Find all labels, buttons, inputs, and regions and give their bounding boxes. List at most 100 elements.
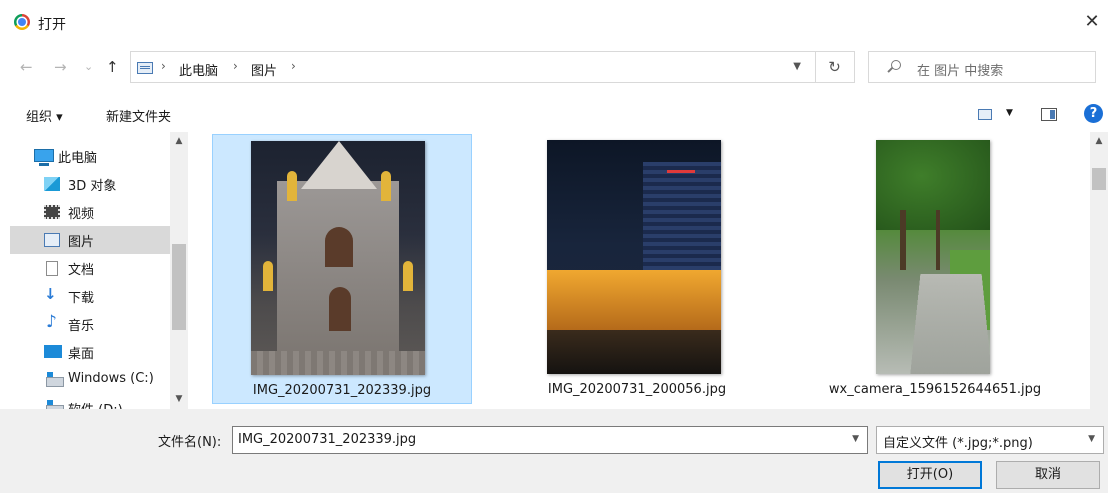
- download-icon: ↓: [44, 285, 57, 303]
- sidebar-item-this-pc[interactable]: 此电脑: [10, 142, 170, 170]
- file-list-scrollbar[interactable]: ▲: [1090, 132, 1108, 409]
- command-bar: 组织 ▾ 新建文件夹 ▼ ?: [0, 92, 1108, 132]
- sidebar-item-label: 图片: [68, 235, 95, 250]
- file-name: IMG_20200731_202339.jpg: [252, 383, 432, 398]
- filetype-select[interactable]: 自定义文件 (*.jpg;*.png) ▼: [876, 426, 1104, 454]
- filename-field[interactable]: IMG_20200731_202339.jpg ▼: [232, 426, 868, 454]
- cancel-button[interactable]: 取消: [996, 461, 1100, 489]
- church-window: [325, 227, 353, 267]
- scroll-up-icon[interactable]: ▲: [170, 136, 188, 146]
- plaza-floor: [251, 351, 425, 375]
- tree-trunk: [936, 210, 940, 270]
- lit-window: [381, 171, 391, 201]
- music-icon: ♪: [46, 312, 57, 332]
- open-button[interactable]: 打开(O): [878, 461, 982, 489]
- documents-icon: [46, 261, 58, 276]
- address-bar[interactable]: › 此电脑 › 图片 › ▼: [130, 51, 816, 83]
- chevron-right-icon[interactable]: ›: [233, 59, 238, 73]
- sidebar-scrollbar[interactable]: ▲ ▼: [170, 132, 188, 409]
- sidebar-item-pictures[interactable]: 图片: [10, 226, 170, 254]
- dialog-footer: 文件名(N): IMG_20200731_202339.jpg ▼ 自定义文件 …: [0, 409, 1108, 493]
- sidebar-item-label: 此电脑: [58, 151, 98, 166]
- sidebar-item-label: 软件 (D:): [68, 399, 123, 409]
- view-mode-icon[interactable]: [978, 109, 992, 120]
- help-icon[interactable]: ?: [1084, 104, 1103, 123]
- scroll-down-icon[interactable]: ▼: [170, 394, 188, 404]
- filename-label: 文件名(N):: [158, 435, 222, 450]
- sidebar-item-music[interactable]: ♪ 音乐: [10, 310, 170, 338]
- search-input[interactable]: 在 图片 中搜索: [868, 51, 1096, 83]
- lit-window: [263, 261, 273, 291]
- forward-button[interactable]: →: [54, 58, 67, 76]
- sidebar-item-3d-objects[interactable]: 3D 对象: [10, 170, 170, 198]
- scrollbar-thumb[interactable]: [1092, 168, 1106, 190]
- sidebar-item-videos[interactable]: 视频: [10, 198, 170, 226]
- new-folder-button[interactable]: 新建文件夹: [106, 106, 171, 125]
- video-icon: [44, 205, 60, 219]
- sidebar-item-drive-d[interactable]: 软件 (D:): [10, 394, 170, 409]
- sidebar-item-desktop[interactable]: 桌面: [10, 338, 170, 366]
- tree-canopy: [876, 140, 990, 230]
- pictures-icon: [137, 62, 153, 74]
- chevron-down-icon[interactable]: ▼: [1006, 108, 1013, 118]
- file-item[interactable]: IMG_20200731_202339.jpg: [212, 134, 472, 404]
- navigation-pane: 此电脑 3D 对象 视频 图片 文档 ↓ 下载 ♪ 音乐 桌面 Windows …: [0, 132, 190, 409]
- search-placeholder: 在 图片 中搜索: [917, 64, 1004, 79]
- filename-value: IMG_20200731_202339.jpg: [238, 432, 417, 447]
- sidebar-item-label: 下载: [68, 291, 95, 306]
- sidebar-item-label: 桌面: [68, 347, 95, 362]
- sidebar-item-drive-c[interactable]: Windows (C:): [10, 366, 170, 394]
- sidebar-item-downloads[interactable]: ↓ 下载: [10, 282, 170, 310]
- chevron-down-icon[interactable]: ▼: [1088, 434, 1095, 444]
- drive-icon: [46, 372, 64, 387]
- lit-window: [287, 171, 297, 201]
- image-thumbnail: [547, 140, 721, 374]
- refresh-button[interactable]: ↻: [815, 51, 855, 83]
- navigation-bar: ← → ⌄ ↑ › 此电脑 › 图片 › ▼ ↻ 在 图片 中搜索: [0, 44, 1108, 92]
- scroll-up-icon[interactable]: ▲: [1090, 136, 1108, 146]
- church-gable: [301, 141, 377, 189]
- sidebar-item-label: 文档: [68, 263, 95, 278]
- sidebar-item-label: 音乐: [68, 319, 95, 334]
- search-icon: [891, 60, 901, 70]
- file-list: IMG_20200731_202339.jpg IMG_20200731_200…: [190, 132, 1090, 409]
- chevron-down-icon[interactable]: ▼: [852, 434, 859, 444]
- window-title: 打开: [38, 17, 66, 33]
- title-bar: 打开 ✕: [0, 0, 1108, 44]
- back-button[interactable]: ←: [20, 58, 33, 76]
- sidewalk: [910, 273, 990, 374]
- desktop-icon: [44, 345, 62, 358]
- sidebar-item-label: 视频: [68, 207, 95, 222]
- computer-icon: [34, 149, 54, 166]
- file-name: IMG_20200731_200056.jpg: [547, 382, 727, 397]
- file-item[interactable]: wx_camera_1596152644651.jpg: [805, 134, 1065, 404]
- up-button[interactable]: ↑: [106, 58, 119, 76]
- image-thumbnail: [251, 141, 425, 375]
- breadcrumb-pictures[interactable]: 图片: [251, 60, 277, 79]
- church-facade: [277, 181, 399, 371]
- recent-locations-button[interactable]: ⌄: [84, 60, 93, 73]
- street-level: [547, 330, 721, 374]
- tree-trunk: [900, 210, 906, 270]
- sidebar-item-documents[interactable]: 文档: [10, 254, 170, 282]
- organize-button[interactable]: 组织 ▾: [26, 106, 63, 125]
- scrollbar-thumb[interactable]: [172, 244, 186, 330]
- file-item[interactable]: IMG_20200731_200056.jpg: [507, 134, 767, 404]
- breadcrumb-this-pc[interactable]: 此电脑: [179, 60, 218, 79]
- pictures-icon: [44, 233, 60, 247]
- preview-pane-icon[interactable]: [1041, 108, 1057, 121]
- chevron-down-icon[interactable]: ▼: [793, 61, 801, 72]
- sidebar-item-label: 3D 对象: [68, 179, 117, 194]
- chrome-icon: [14, 14, 30, 30]
- filetype-value: 自定义文件 (*.jpg;*.png): [883, 436, 1033, 451]
- chevron-right-icon[interactable]: ›: [291, 59, 296, 73]
- chevron-right-icon[interactable]: ›: [161, 59, 166, 73]
- building-sign: [667, 170, 695, 173]
- close-button[interactable]: ✕: [1080, 10, 1104, 34]
- lit-window: [403, 261, 413, 291]
- image-thumbnail: [876, 140, 990, 374]
- lit-building: [547, 270, 721, 330]
- church-door: [329, 287, 351, 331]
- sidebar-item-label: Windows (C:): [68, 371, 154, 386]
- 3d-objects-icon: [44, 177, 60, 191]
